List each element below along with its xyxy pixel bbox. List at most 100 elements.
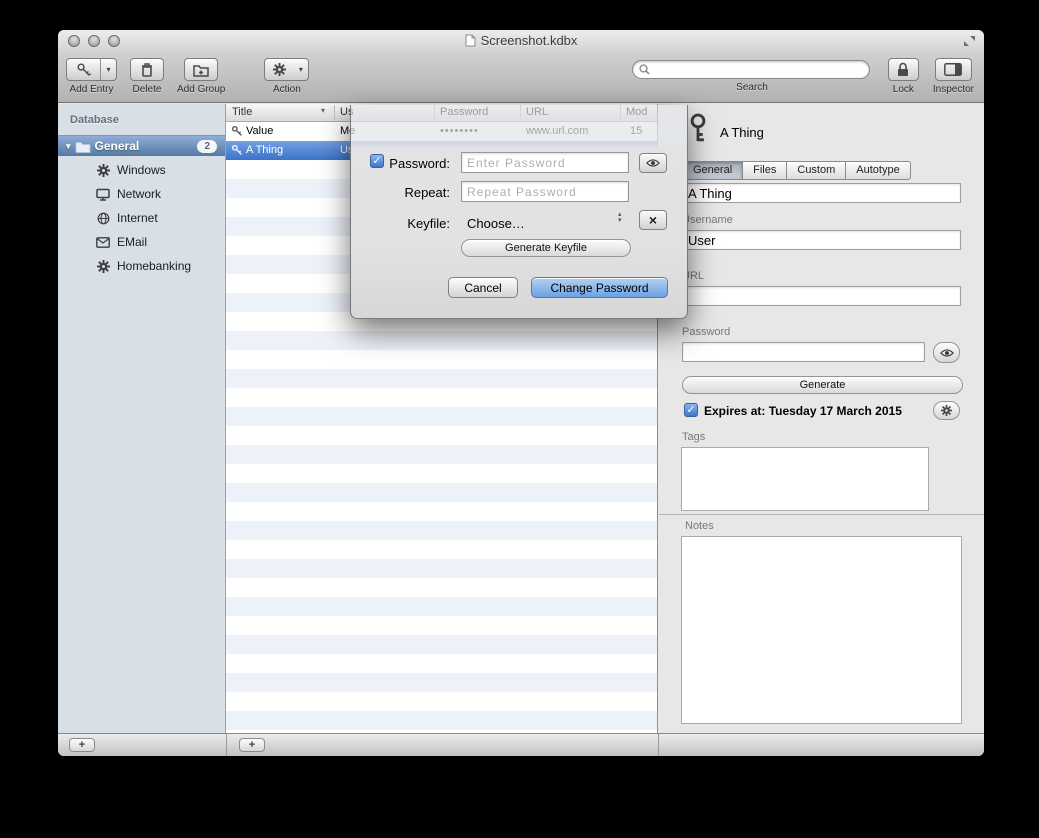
lock-button[interactable] <box>888 58 919 81</box>
sidebar-item-label: EMail <box>117 235 147 249</box>
sort-indicator-icon[interactable]: ▾ <box>321 106 325 115</box>
add-group-tool: Add Group <box>177 58 225 95</box>
add-group-plus-button[interactable]: + <box>69 738 95 752</box>
inspector-label: Inspector <box>933 84 974 95</box>
lock-tool: Lock <box>888 58 919 95</box>
expiry-options-button[interactable] <box>933 401 960 420</box>
inspector-entry-title: A Thing <box>720 125 764 140</box>
title-bar[interactable]: Screenshot.kdbx <box>58 30 984 52</box>
change-password-sheet: ✓ Password: Repeat: Keyfile: Choose… ▴ ▾… <box>350 105 688 319</box>
sidebar-group-general[interactable]: ▾ General 2 <box>58 135 225 156</box>
add-group-button[interactable] <box>184 58 218 81</box>
inspector-tool: Inspector <box>933 58 974 95</box>
gear-icon <box>96 259 110 273</box>
toolbar: ▾ Add Entry Delete <box>58 54 984 102</box>
column-header-title[interactable]: Title <box>232 106 252 118</box>
expires-checkbox[interactable]: ✓ <box>684 403 698 417</box>
eye-icon <box>940 348 954 358</box>
reveal-password-button[interactable] <box>933 342 960 363</box>
fullscreen-icon[interactable] <box>963 35 976 47</box>
keyfile-popup[interactable]: Choose… <box>467 216 525 231</box>
sidebar: Database ▾ General 2 Windows <box>58 104 226 733</box>
gear-icon <box>96 163 110 177</box>
window-chrome: Screenshot.kdbx ▾ Add Entry <box>58 30 984 103</box>
tags-box[interactable] <box>681 447 929 511</box>
disclosure-triangle-icon[interactable]: ▾ <box>66 141 71 152</box>
sidebar-item-homebanking[interactable]: Homebanking <box>58 254 225 278</box>
notes-label: Notes <box>685 520 714 532</box>
stepper-down-icon[interactable]: ▾ <box>618 218 622 224</box>
app-window: Screenshot.kdbx ▾ Add Entry <box>58 30 984 756</box>
add-entry-button[interactable]: ▾ <box>66 58 117 81</box>
search-label: Search <box>632 82 872 93</box>
key-icon <box>685 112 711 144</box>
group-count-badge: 2 <box>197 140 217 153</box>
eye-icon <box>646 158 660 168</box>
add-entry-tool: ▾ Add Entry <box>66 58 117 95</box>
username-field[interactable] <box>682 230 961 250</box>
dialog-keyfile-label: Keyfile: <box>387 216 450 231</box>
chevron-down-icon[interactable]: ▾ <box>293 59 308 80</box>
sidebar-item-label: Internet <box>117 211 158 225</box>
inspector-toggle-button[interactable] <box>935 58 972 81</box>
sidebar-item-label: Homebanking <box>117 259 191 273</box>
dialog-password-input[interactable] <box>461 152 629 173</box>
key-icon <box>231 144 243 156</box>
sidebar-group-label: General <box>95 139 140 153</box>
sidebar-item-network[interactable]: Network <box>58 182 225 206</box>
folder-plus-icon <box>193 63 210 77</box>
search-field[interactable] <box>632 60 870 79</box>
tab-general[interactable]: General <box>682 161 743 180</box>
sidebar-item-email[interactable]: EMail <box>58 230 225 254</box>
title-field[interactable] <box>682 183 961 203</box>
cancel-button[interactable]: Cancel <box>448 277 518 298</box>
gear-icon <box>265 59 293 80</box>
trash-icon <box>140 62 154 78</box>
folder-icon <box>75 140 91 153</box>
password-field[interactable] <box>682 342 925 362</box>
dialog-reveal-password-button[interactable] <box>639 153 667 173</box>
password-label: Password <box>682 326 730 338</box>
sidebar-item-internet[interactable]: Internet <box>58 206 225 230</box>
change-password-button[interactable]: Change Password <box>531 277 668 298</box>
search-input[interactable] <box>654 64 854 76</box>
lock-label: Lock <box>893 84 914 95</box>
display-icon <box>96 187 110 201</box>
sidebar-items: Windows Network Internet <box>58 158 225 278</box>
delete-button[interactable] <box>130 58 164 81</box>
inspector-panel-icon <box>944 63 962 76</box>
chevron-down-icon[interactable]: ▾ <box>101 59 116 80</box>
toolbar-left-group: ▾ Add Entry Delete <box>66 58 309 95</box>
dialog-password-label: Password: <box>387 156 450 171</box>
stepper-arrows-icon[interactable]: ▴ ▾ <box>618 212 622 224</box>
remove-keyfile-button[interactable]: × <box>639 210 667 230</box>
envelope-icon <box>96 235 110 249</box>
tab-autotype[interactable]: Autotype <box>846 161 910 180</box>
dialog-repeat-input[interactable] <box>461 181 629 202</box>
sidebar-item-label: Network <box>117 187 161 201</box>
username-label: Username <box>682 214 733 226</box>
tags-label: Tags <box>682 431 705 443</box>
action-button[interactable]: ▾ <box>264 58 309 81</box>
action-label: Action <box>273 84 301 95</box>
notes-box[interactable] <box>681 536 962 724</box>
url-field[interactable] <box>682 286 961 306</box>
sidebar-section-header: Database <box>58 104 225 126</box>
generate-password-button[interactable]: Generate <box>682 376 963 394</box>
document-icon[interactable] <box>465 34 476 47</box>
tab-files[interactable]: Files <box>743 161 787 180</box>
add-entry-plus-button[interactable]: + <box>239 738 265 752</box>
sidebar-item-label: Windows <box>117 163 166 177</box>
sidebar-item-windows[interactable]: Windows <box>58 158 225 182</box>
globe-icon <box>96 211 110 225</box>
entry-title: A Thing <box>246 144 283 156</box>
add-entry-label: Add Entry <box>70 84 114 95</box>
window-title: Screenshot.kdbx <box>481 33 578 48</box>
key-icon <box>231 125 243 137</box>
dialog-repeat-label: Repeat: <box>387 185 450 200</box>
bottom-bar: + + <box>58 733 984 756</box>
tab-custom[interactable]: Custom <box>787 161 846 180</box>
generate-keyfile-button[interactable]: Generate Keyfile <box>461 239 631 257</box>
password-enable-checkbox[interactable]: ✓ <box>370 154 384 168</box>
gear-icon <box>941 405 952 416</box>
